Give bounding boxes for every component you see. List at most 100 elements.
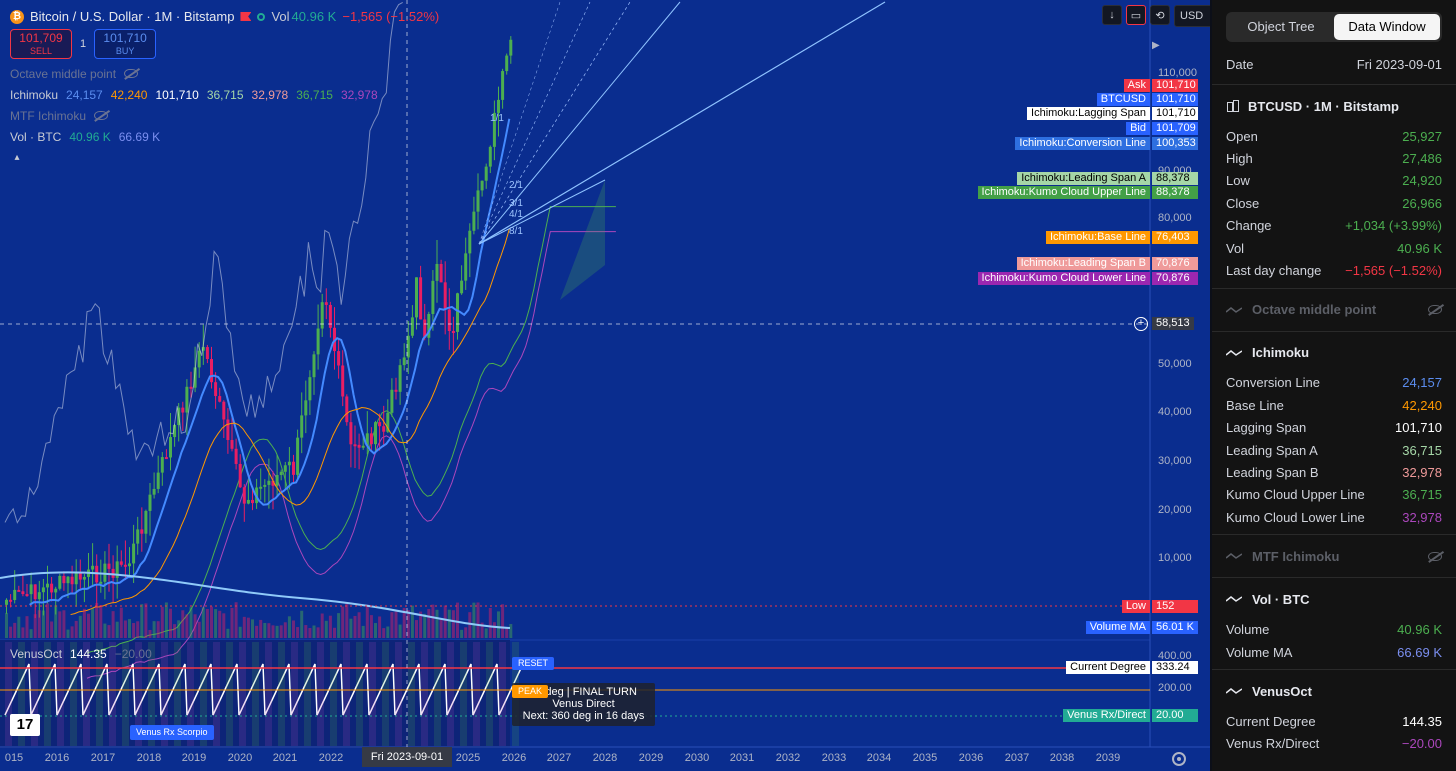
legend-mtf[interactable]: MTF Ichimoku bbox=[10, 105, 439, 126]
volume-bar bbox=[152, 621, 156, 638]
candle-body bbox=[390, 389, 394, 413]
section-vol[interactable]: Vol · BTC bbox=[1212, 584, 1456, 614]
candle-body bbox=[460, 280, 464, 294]
venus-legend[interactable]: VenusOct 144.35 −20.00 bbox=[10, 647, 152, 661]
collapse-icon[interactable]: ▴ bbox=[10, 151, 24, 165]
venus-band bbox=[421, 642, 428, 746]
price-label-value: 76,403 bbox=[1152, 231, 1198, 244]
flag-icon[interactable] bbox=[240, 12, 252, 21]
price-label-value: 101,710 bbox=[1152, 79, 1198, 92]
section-symbol[interactable]: BTCUSD · 1M · Bitstamp bbox=[1212, 91, 1456, 121]
octave-label: Octave middle point bbox=[10, 66, 117, 81]
eye-hidden-icon[interactable] bbox=[124, 69, 139, 78]
buy-button[interactable]: 101,710 BUY bbox=[94, 29, 157, 59]
ichimoku-value: 24,157 bbox=[66, 87, 103, 102]
volume-bar bbox=[410, 605, 414, 638]
gear-icon[interactable] bbox=[1172, 752, 1186, 766]
volume-bar bbox=[95, 602, 99, 638]
gann-fan-label: 1/1 bbox=[490, 113, 504, 124]
price-label-name: Ichimoku:Kumo Cloud Upper Line bbox=[977, 186, 1150, 199]
candle-body bbox=[246, 499, 250, 504]
candle-body bbox=[488, 146, 492, 167]
legend-vol[interactable]: Vol · BTC 40.96 K 66.69 K bbox=[10, 126, 439, 147]
arrow-down-icon[interactable]: ↓ bbox=[1102, 5, 1122, 25]
candle-body bbox=[181, 407, 185, 413]
venus-band bbox=[317, 642, 324, 746]
candle-body bbox=[185, 386, 189, 413]
date-label: Date bbox=[1226, 56, 1254, 72]
legend-ichimoku[interactable]: Ichimoku 24,157 42,240 101,710 36,715 32… bbox=[10, 84, 439, 105]
candle-body bbox=[316, 328, 320, 355]
price-label-name: Ichimoku:Base Line bbox=[1046, 231, 1150, 244]
candle-body bbox=[435, 263, 439, 281]
candle-body bbox=[308, 377, 312, 401]
price-label-value: 88,378 bbox=[1152, 186, 1198, 199]
replay-icon[interactable]: ⟲ bbox=[1150, 5, 1170, 25]
bitcoin-icon: ₿ bbox=[10, 9, 24, 24]
section-octave[interactable]: Octave middle point bbox=[1212, 295, 1456, 325]
volume-bar bbox=[173, 624, 177, 638]
ohlc-value: −1,565 (−1.52%) bbox=[1345, 263, 1442, 279]
ichimoku-row: Conversion Line 24,157 bbox=[1212, 372, 1456, 394]
candle-body bbox=[324, 302, 328, 305]
date-value: Fri 2023-09-01 bbox=[1356, 56, 1442, 72]
candle-body bbox=[214, 382, 218, 397]
price-label-value: 100,353 bbox=[1152, 137, 1198, 150]
candle-body bbox=[472, 211, 476, 231]
volume-bar bbox=[271, 625, 275, 638]
symbol-header[interactable]: ₿ Bitcoin / U.S. Dollar · 1M · Bitstamp … bbox=[10, 6, 439, 27]
eye-hidden-icon[interactable] bbox=[1428, 551, 1442, 561]
scroll-right-icon[interactable]: ▶ bbox=[1152, 40, 1160, 51]
wave-icon bbox=[1226, 306, 1242, 313]
sell-button[interactable]: 101,709 SELL bbox=[10, 29, 72, 59]
time-tick: 2018 bbox=[136, 752, 162, 764]
volume-bar bbox=[431, 604, 435, 638]
venus-row: Venus Rx/Direct −20.00 bbox=[1212, 733, 1456, 755]
gann-fan-line bbox=[478, 1, 886, 245]
volume-bar bbox=[361, 625, 365, 638]
legend-collapse[interactable]: ▴ bbox=[10, 147, 439, 168]
tradingview-logo[interactable]: 17 bbox=[10, 714, 40, 736]
eye-hidden-icon[interactable] bbox=[1428, 305, 1442, 315]
price-label-name: Volume MA bbox=[1085, 621, 1150, 634]
venus-band bbox=[330, 642, 337, 746]
vol-legend-ma: 66.69 K bbox=[118, 129, 161, 144]
candle-body bbox=[169, 437, 172, 458]
section-mtf[interactable]: MTF Ichimoku bbox=[1212, 541, 1456, 571]
price-label-name: Bid bbox=[1126, 122, 1150, 135]
section-venus[interactable]: VenusOct bbox=[1212, 676, 1456, 706]
candle-body bbox=[509, 39, 513, 56]
gann-fan-label: 2/1 bbox=[509, 180, 523, 191]
eye-hidden-icon[interactable] bbox=[94, 111, 109, 120]
volume-bar bbox=[177, 620, 181, 638]
price-tick: 20,000 bbox=[1158, 504, 1192, 516]
ichimoku-value: 36,715 bbox=[296, 87, 333, 102]
section-ichimoku[interactable]: Ichimoku bbox=[1212, 338, 1456, 368]
candle-body bbox=[357, 444, 361, 448]
divider bbox=[1212, 534, 1456, 536]
tab-data-window[interactable]: Data Window bbox=[1334, 14, 1440, 40]
ichimoku-value: 101,710 bbox=[1395, 420, 1442, 436]
price-label-name: BTCUSD bbox=[1096, 93, 1150, 106]
volume-bar bbox=[164, 602, 168, 638]
tab-object-tree[interactable]: Object Tree bbox=[1228, 14, 1334, 40]
volume-bar bbox=[337, 613, 341, 638]
currency-value: USD bbox=[1180, 10, 1204, 22]
ohlc-value: 25,927 bbox=[1402, 128, 1442, 144]
volume-bar bbox=[488, 607, 492, 638]
volume-bar bbox=[128, 619, 131, 638]
legend-octave[interactable]: Octave middle point bbox=[10, 63, 439, 84]
candle-body bbox=[484, 166, 488, 181]
buy-label: BUY bbox=[115, 46, 135, 56]
chart-pane[interactable]: ₿ Bitcoin / U.S. Dollar · 1M · Bitstamp … bbox=[0, 0, 1210, 771]
candle-body bbox=[21, 591, 25, 595]
candle-body bbox=[263, 484, 267, 487]
add-plus-icon[interactable]: + bbox=[1134, 317, 1148, 331]
candle-body bbox=[136, 529, 140, 544]
price-tick: 110,000 bbox=[1158, 67, 1197, 79]
volume-bar bbox=[439, 618, 443, 638]
currency-select[interactable]: USD ⌄ bbox=[1174, 5, 1210, 27]
venus-value: 144.35 bbox=[1402, 713, 1442, 729]
volume-bar bbox=[214, 609, 218, 638]
alert-icon[interactable]: ▭ bbox=[1126, 5, 1146, 25]
